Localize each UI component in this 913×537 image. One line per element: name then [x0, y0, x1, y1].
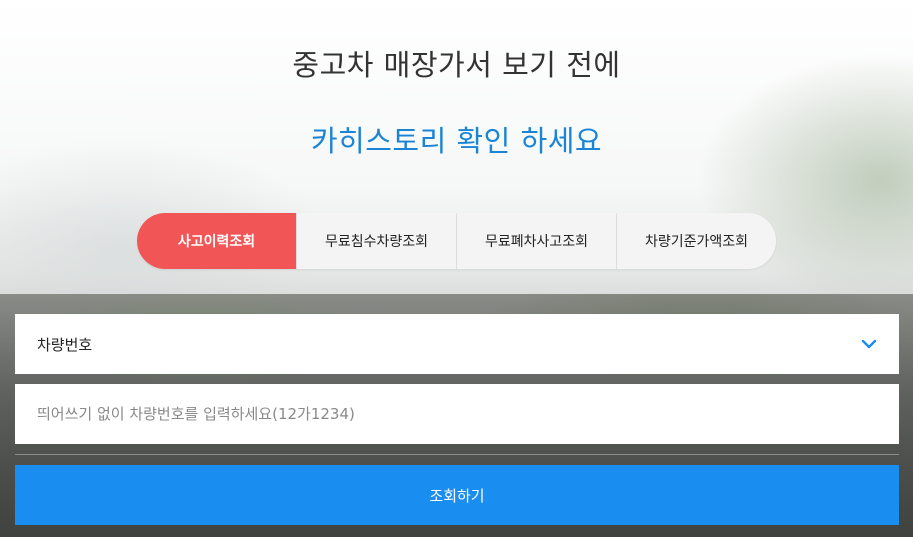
search-type-tabs: 사고이력조회 무료침수차량조회 무료폐차사고조회 차량기준가액조회 — [137, 213, 776, 269]
search-type-value: 차량번호 — [37, 335, 93, 354]
tab-vehicle-base-price[interactable]: 차량기준가액조회 — [616, 213, 776, 269]
tab-flood-vehicle[interactable]: 무료침수차량조회 — [296, 213, 456, 269]
search-type-select[interactable]: 차량번호 — [15, 314, 899, 374]
tab-accident-history[interactable]: 사고이력조회 — [137, 213, 296, 269]
headline-line-1: 중고차 매장가서 보기 전에 — [292, 48, 621, 82]
headline-line-2: 카히스토리 확인 하세요 — [310, 124, 603, 158]
tab-scrap-accident[interactable]: 무료폐차사고조회 — [456, 213, 616, 269]
divider — [15, 454, 899, 455]
search-button[interactable]: 조회하기 — [15, 465, 899, 525]
plate-number-input[interactable] — [15, 384, 899, 444]
chevron-down-icon — [861, 339, 877, 349]
